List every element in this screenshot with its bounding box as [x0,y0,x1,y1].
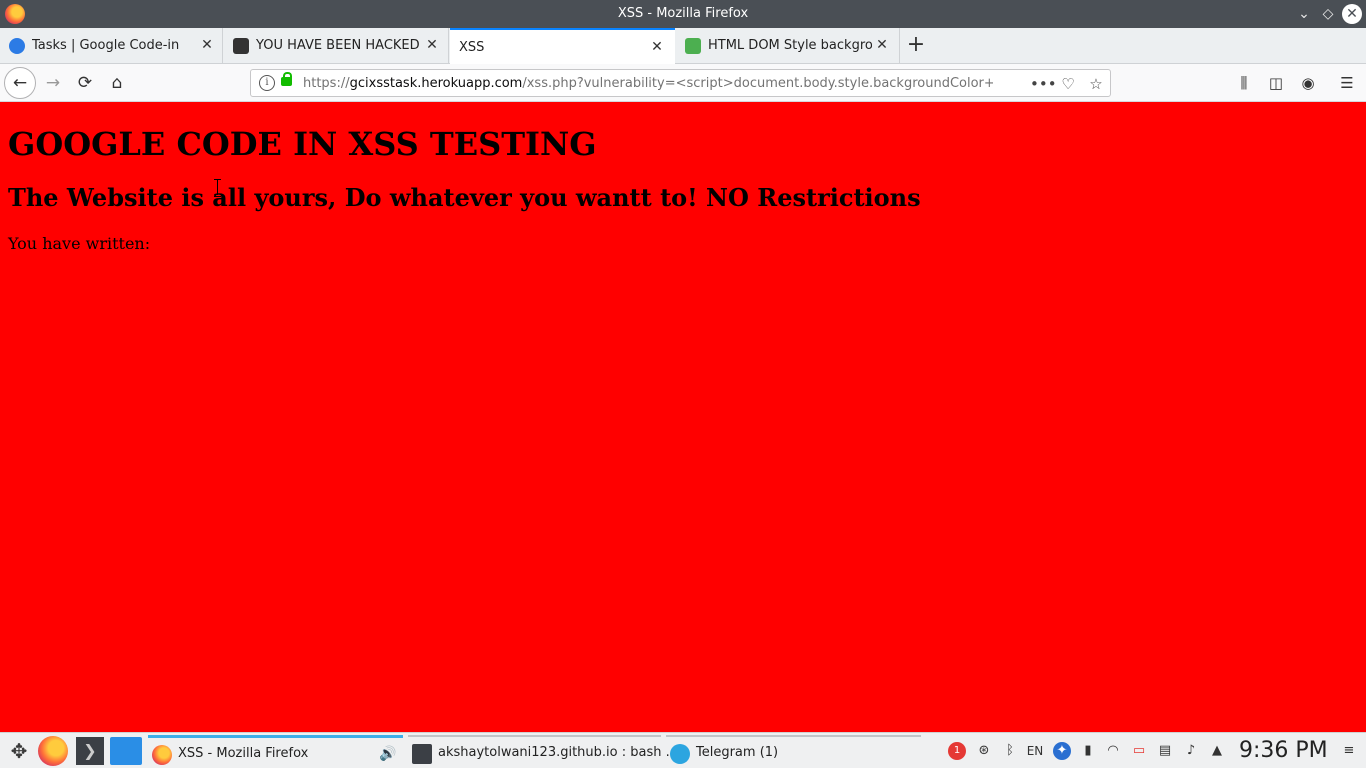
terminal-launcher-icon[interactable]: ❯ [76,737,104,765]
terminal-icon [412,744,432,764]
library-icon[interactable]: ⫼ [1233,72,1255,94]
close-tab-button[interactable]: ✕ [423,36,441,54]
text-cursor-icon [214,179,222,197]
minimize-button[interactable]: ⌄ [1294,4,1314,24]
application-launcher-icon[interactable]: ✥ [6,736,32,766]
tab-strip: Tasks | Google Code-in ✕ YOU HAVE BEEN H… [0,28,1366,64]
accessibility-icon[interactable]: ✦ [1053,742,1071,760]
reload-button[interactable]: ⟳ [71,69,99,97]
menu-icon[interactable]: ☰ [1336,72,1358,94]
update-icon[interactable]: ⊛ [975,742,993,760]
gear-icon [9,38,25,54]
page-heading: GOOGLE CODE IN XSS TESTING [8,125,597,163]
firefox-icon [152,745,172,765]
window-title: XSS - Mozilla Firefox [617,6,749,21]
task-label: akshaytolwani123.github.io : bash ... [438,745,679,760]
tab-label: Tasks | Google Code-in [32,38,180,53]
tab-xss[interactable]: XSS ✕ [450,28,675,64]
tab-hacked[interactable]: YOU HAVE BEEN HACKED ✕ [224,28,449,64]
volume-icon[interactable]: ♪ [1182,742,1200,760]
battery-icon[interactable]: ▭ [1130,742,1148,760]
url-bar[interactable]: i https://gcixsstask.herokuapp.com/xss.p… [250,69,1111,97]
code-icon [685,38,701,54]
site-info-icon[interactable]: i [259,75,275,91]
window-titlebar: XSS - Mozilla Firefox ⌄ ◇ ✕ [0,0,1366,28]
home-button[interactable]: ⌂ [103,69,131,97]
task-firefox[interactable]: XSS - Mozilla Firefox 🔊 [148,735,403,767]
clock[interactable]: 9:36 PM [1239,736,1328,766]
url-path: /xss.php?vulnerability=<script>document.… [522,76,993,91]
notification-badge[interactable]: 1 [948,742,966,760]
task-terminal[interactable]: akshaytolwani123.github.io : bash ... [408,735,678,767]
telegram-icon [670,744,690,764]
url-text[interactable]: https://gcixsstask.herokuapp.com/xss.php… [303,76,993,91]
maximize-button[interactable]: ◇ [1318,4,1338,24]
page-content: GOOGLE CODE IN XSS TESTING The Website i… [0,103,1366,732]
bookmark-star-icon[interactable]: ☆ [1085,73,1107,95]
close-tab-button[interactable]: ✕ [873,36,891,54]
close-tab-button[interactable]: ✕ [198,36,216,54]
account-icon[interactable]: ◉ [1297,72,1319,94]
expand-tray-icon[interactable]: ▲ [1208,742,1226,760]
taskbar: ✥ ❯ XSS - Mozilla Firefox 🔊 akshaytolwan… [0,732,1366,768]
url-prefix: https:// [303,76,350,91]
new-tab-button[interactable]: + [904,33,928,57]
url-host: gcixsstask.herokuapp.com [349,76,523,91]
sidebar-icon[interactable]: ◫ [1265,72,1287,94]
tab-label: HTML DOM Style backgrou [708,38,872,53]
pocket-icon[interactable]: ♡ [1057,73,1079,95]
tab-label: YOU HAVE BEEN HACKED [256,38,420,53]
lock-screen-icon[interactable]: ▮ [1079,742,1097,760]
close-tab-button[interactable]: ✕ [648,38,666,56]
task-telegram[interactable]: Telegram (1) [666,735,921,767]
close-window-button[interactable]: ✕ [1342,4,1362,24]
written-text: You have written: [8,234,151,253]
document-icon [233,38,249,54]
tab-label: XSS [459,40,485,55]
navigation-toolbar: ← → ⟳ ⌂ i https://gcixsstask.herokuapp.c… [0,64,1366,102]
tab-google-code-in[interactable]: Tasks | Google Code-in ✕ [0,28,223,64]
keyboard-layout-indicator[interactable]: EN [1026,742,1044,760]
firefox-launcher-icon[interactable] [38,736,68,766]
tab-html-dom-style[interactable]: HTML DOM Style backgrou ✕ [676,28,900,64]
page-actions-button[interactable]: ••• [1030,73,1057,95]
back-button[interactable]: ← [4,67,36,99]
audio-playing-icon: 🔊 [379,746,397,762]
file-manager-launcher-icon[interactable] [110,737,142,765]
page-subheading: The Website is all yours, Do whatever yo… [8,183,921,212]
clipboard-icon[interactable]: ▤ [1156,742,1174,760]
task-label: Telegram (1) [696,745,779,760]
forward-button[interactable]: → [39,69,67,97]
bluetooth-icon[interactable]: ᛒ [1001,742,1019,760]
lock-icon[interactable] [281,72,292,86]
wifi-icon[interactable]: ◠ [1104,742,1122,760]
panel-menu-icon[interactable]: ≡ [1340,742,1358,760]
task-label: XSS - Mozilla Firefox [178,746,309,761]
